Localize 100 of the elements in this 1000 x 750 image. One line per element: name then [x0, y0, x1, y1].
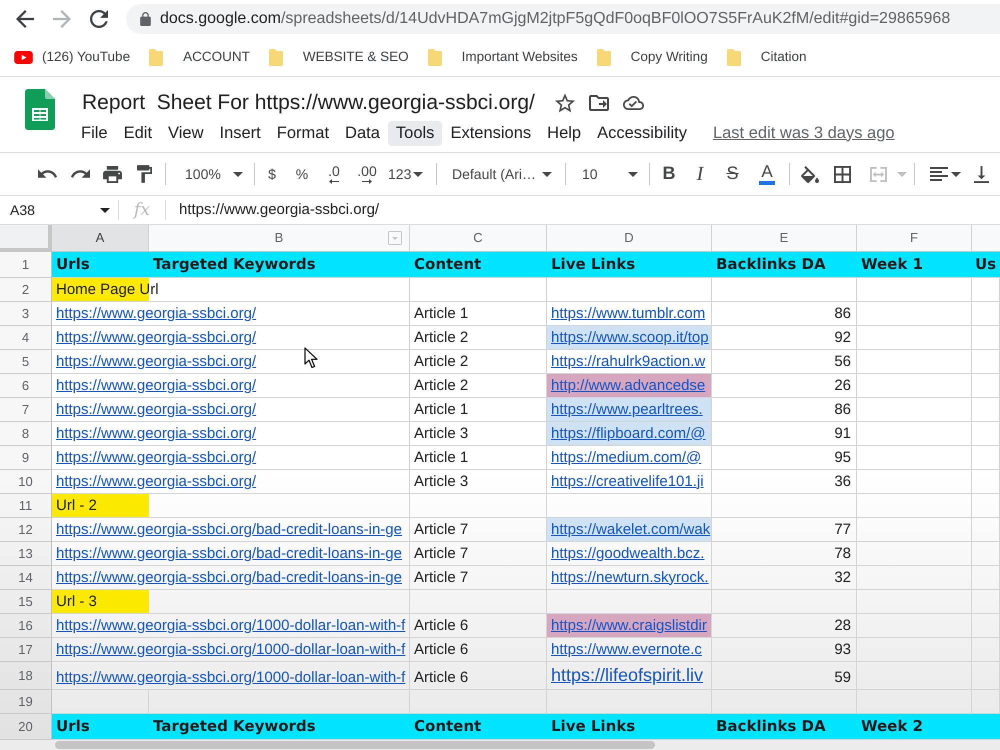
live-link[interactable]: https://www.scoop.it/top: [551, 330, 709, 346]
menu-item[interactable]: Format: [268, 120, 338, 146]
url-link[interactable]: https://www.georgia-ssbci.org/: [56, 330, 256, 346]
row-header[interactable]: 18: [0, 662, 52, 690]
url-link[interactable]: https://www.georgia-ssbci.org/bad-credit-loans-in-ge: [56, 570, 402, 586]
bookmark[interactable]: Important Websites: [428, 48, 578, 66]
column-header[interactable]: B: [149, 225, 410, 251]
name-box[interactable]: A38: [0, 196, 118, 224]
url-link[interactable]: https://www.georgia-ssbci.org/: [56, 354, 256, 370]
last-edit-link[interactable]: Last edit was 3 days ago: [712, 124, 895, 144]
bookmark[interactable]: ACCOUNT: [149, 48, 250, 66]
column-header[interactable]: F: [857, 225, 972, 251]
url-link[interactable]: https://www.georgia-ssbci.org/bad-credit-loans-in-ge: [56, 546, 402, 562]
live-link[interactable]: https://goodwealth.bcz.: [551, 546, 704, 562]
text-color-button[interactable]: A: [749, 159, 785, 189]
menu-item[interactable]: View: [160, 120, 212, 146]
more-formats-dropdown[interactable]: 123: [384, 159, 428, 189]
url-link[interactable]: https://www.georgia-ssbci.org/1000-dollar-loan-with-f: [56, 642, 406, 658]
caret-icon[interactable]: [413, 172, 424, 176]
star-icon[interactable]: [554, 92, 575, 112]
undo-icon[interactable]: [38, 169, 58, 179]
row-header[interactable]: 20: [0, 714, 52, 740]
caret-icon[interactable]: [100, 208, 110, 212]
row-header[interactable]: 9: [0, 446, 52, 470]
live-link[interactable]: https://www.tumblr.com: [551, 306, 706, 322]
live-link[interactable]: https://flipboard.com/@: [551, 426, 706, 442]
menu-item[interactable]: Tools: [388, 120, 442, 146]
menu-item[interactable]: Data: [337, 120, 388, 146]
currency-button[interactable]: $: [258, 159, 286, 189]
menu-item[interactable]: File: [73, 120, 116, 146]
live-link[interactable]: https://medium.com/@: [551, 450, 702, 466]
row-header[interactable]: 7: [0, 398, 52, 422]
live-link[interactable]: https://creativelife101.ji: [551, 474, 704, 490]
horizontal-scrollbar[interactable]: [0, 740, 1000, 750]
print-icon[interactable]: [102, 166, 122, 182]
url-link[interactable]: https://www.georgia-ssbci.org/: [56, 474, 256, 490]
menu-item[interactable]: Help: [539, 120, 590, 146]
menu-item[interactable]: Edit: [116, 120, 160, 146]
caret-icon[interactable]: [951, 172, 961, 176]
live-link[interactable]: https://newturn.skyrock.: [551, 570, 709, 586]
column-header[interactable]: E: [712, 225, 857, 251]
reload-icon[interactable]: [90, 10, 108, 28]
row-header[interactable]: 17: [0, 638, 52, 662]
caret-icon[interactable]: [542, 172, 552, 176]
row-header[interactable]: 10: [0, 470, 52, 494]
column-header[interactable]: A: [52, 225, 149, 251]
row-header[interactable]: 8: [0, 422, 52, 446]
spreadsheet-logo-icon[interactable]: [25, 89, 55, 130]
url-link[interactable]: https://www.georgia-ssbci.org/: [56, 378, 256, 394]
folder-arrow-icon[interactable]: [588, 94, 609, 110]
url-link[interactable]: https://www.georgia-ssbci.org/bad-credit-loans-in-ge: [56, 522, 402, 538]
row-header[interactable]: 16: [0, 614, 52, 638]
font-size-dropdown[interactable]: 10: [570, 159, 645, 189]
borders-icon[interactable]: [834, 166, 850, 182]
row-header[interactable]: 5: [0, 350, 52, 374]
menu-item[interactable]: Extensions: [442, 120, 540, 146]
live-link[interactable]: https://www.pearltrees.: [551, 402, 703, 418]
back-icon[interactable]: [16, 10, 34, 28]
bold-button[interactable]: B: [654, 159, 684, 189]
decrease-decimal-button[interactable]: .0: [318, 159, 350, 189]
row-header[interactable]: 19: [0, 690, 52, 714]
document-title[interactable]: Report Sheet For https://www.georgia-ssbci.org/: [73, 92, 535, 113]
row-header[interactable]: 1: [0, 252, 52, 278]
column-header[interactable]: C: [410, 225, 547, 251]
row-header[interactable]: 6: [0, 374, 52, 398]
url-link[interactable]: https://www.georgia-ssbci.org/: [56, 402, 256, 418]
bookmark[interactable]: Citation: [726, 48, 806, 66]
url-link[interactable]: https://www.georgia-ssbci.org/: [56, 450, 256, 466]
live-link[interactable]: https://rahulrk9action.w: [551, 354, 706, 370]
row-header[interactable]: 15: [0, 590, 52, 614]
live-link[interactable]: https://wakelet.com/wak: [551, 522, 710, 538]
column-header[interactable]: D: [547, 225, 712, 251]
menu-item[interactable]: Insert: [212, 120, 269, 146]
bookmark[interactable]: Copy Writing: [596, 48, 708, 66]
row-header[interactable]: 3: [0, 302, 52, 326]
formula-input[interactable]: https://www.georgia-ssbci.org/: [166, 201, 380, 219]
live-link[interactable]: https://lifeofspirit.liv: [551, 666, 704, 686]
vertical-align-bottom-icon[interactable]: [974, 166, 988, 182]
url-link[interactable]: https://www.georgia-ssbci.org/: [56, 306, 256, 322]
italic-button[interactable]: I: [684, 159, 716, 189]
fill-color-icon[interactable]: [801, 166, 819, 182]
percent-button[interactable]: %: [286, 159, 318, 189]
strikethrough-button[interactable]: S: [716, 159, 749, 189]
url-link[interactable]: https://www.georgia-ssbci.org/1000-dollar-loan-with-f: [56, 670, 406, 686]
align-left-icon[interactable]: [930, 167, 948, 181]
increase-decimal-button[interactable]: .00: [350, 159, 384, 189]
url-link[interactable]: https://www.georgia-ssbci.org/: [56, 426, 256, 442]
row-header[interactable]: 13: [0, 542, 52, 566]
row-header[interactable]: 12: [0, 518, 52, 542]
scrollbar-thumb[interactable]: [55, 741, 655, 749]
zoom-dropdown[interactable]: 100%: [171, 159, 251, 189]
row-header[interactable]: 14: [0, 566, 52, 590]
address-bar[interactable]: docs.google.com/spreadsheets/d/14UdvHDA7mGjgM2jtpF5gQdF0oqBF0lOO7S5FrAuK2fM/edit#gid=29865968: [126, 4, 1000, 34]
redo-icon[interactable]: [70, 169, 90, 179]
menu-item[interactable]: Accessibility: [589, 120, 695, 146]
caret-icon[interactable]: [233, 172, 243, 176]
url-link[interactable]: https://www.georgia-ssbci.org/1000-dollar-loan-with-f: [56, 618, 406, 634]
bookmark[interactable]: (126) YouTube: [14, 48, 130, 66]
row-header[interactable]: 4: [0, 326, 52, 350]
caret-icon[interactable]: [628, 172, 638, 176]
